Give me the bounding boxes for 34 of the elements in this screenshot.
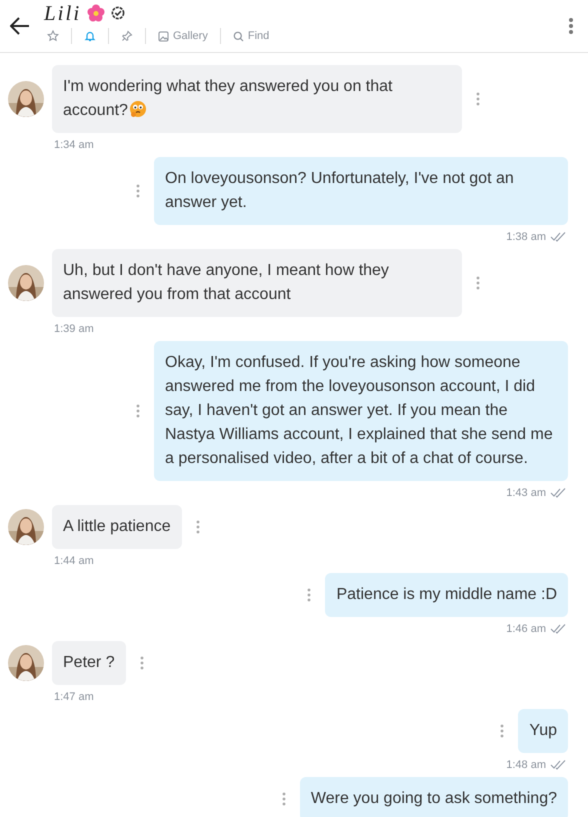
message-menu-icon[interactable]	[307, 588, 312, 602]
message-menu-icon[interactable]	[500, 724, 504, 738]
message-menu-icon[interactable]	[476, 276, 480, 290]
more-options-icon[interactable]	[568, 17, 574, 35]
back-arrow-icon[interactable]	[10, 17, 30, 35]
incoming-message: I'm wondering what they answered you on that account?	[52, 65, 462, 133]
incoming-message: Uh, but I don't have anyone, I meant how they answered you from that account	[52, 249, 462, 317]
contact-name: Lili	[44, 0, 82, 26]
message-time: 1:44 am	[54, 555, 94, 567]
message-time: 1:47 am	[54, 691, 94, 703]
outgoing-message: Yup	[518, 709, 568, 753]
message-menu-icon[interactable]	[476, 92, 480, 106]
outgoing-message: Patience is my middle name :D	[325, 573, 568, 617]
message-time: 1:38 am	[506, 231, 546, 243]
message-menu-icon[interactable]	[196, 520, 200, 534]
message-time: 1:48 am	[506, 759, 546, 771]
search-icon	[232, 30, 244, 42]
message-time: 1:39 am	[54, 323, 94, 335]
find-button[interactable]: Find	[230, 30, 272, 42]
outgoing-message: Were you going to ask something?	[300, 777, 568, 817]
incoming-message: Peter ?	[52, 641, 126, 685]
message-time: 1:34 am	[54, 139, 94, 151]
outgoing-message: Okay, I'm confused. If you're asking how someone answered me from the loveyousonson account, I did say, I haven't got an answer yet. If you mean the Nastya Williams account, I explained that she send me a personalised video, after a bit of a chat of course.	[154, 341, 568, 481]
incoming-message: A little patience	[52, 505, 182, 549]
message-menu-icon[interactable]	[136, 404, 140, 418]
message-time: 1:46 am	[506, 623, 546, 635]
image-icon	[158, 30, 169, 42]
star-button[interactable]	[44, 30, 62, 42]
message-menu-icon[interactable]	[136, 184, 140, 198]
outgoing-message: On loveyousonson? Unfortunately, I've not got an answer yet.	[154, 157, 568, 225]
message-menu-icon[interactable]	[140, 656, 144, 670]
message-menu-icon[interactable]	[282, 792, 286, 806]
message-time: 1:43 am	[506, 487, 546, 499]
gallery-button[interactable]: Gallery	[155, 30, 211, 42]
